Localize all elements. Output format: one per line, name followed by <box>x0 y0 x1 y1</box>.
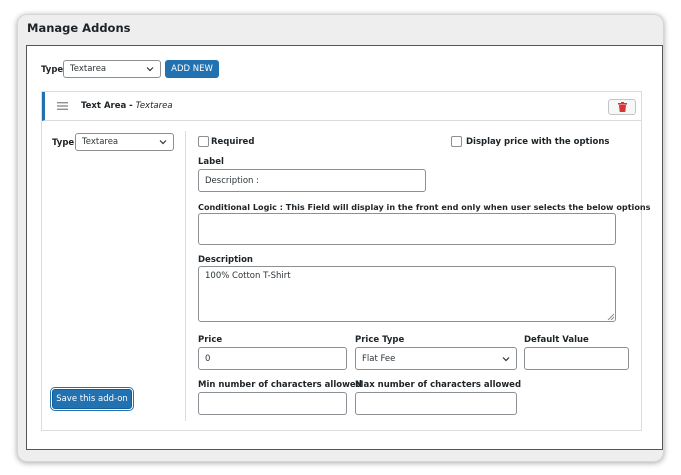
description-textarea[interactable]: 100% Cotton T-Shirt <box>198 266 616 322</box>
price-heading: Price <box>198 335 223 345</box>
addon-title: Text Area - Textarea <box>81 101 173 111</box>
chevron-down-icon <box>502 356 510 361</box>
default-value-heading: Default Value <box>524 335 589 345</box>
page-title: Manage Addons <box>27 21 131 35</box>
required-checkbox[interactable] <box>198 136 209 147</box>
min-chars-heading: Min number of characters allowed <box>198 380 362 390</box>
conditional-logic-field[interactable] <box>198 213 616 245</box>
display-price-label: Display price with the options <box>466 137 610 147</box>
addon-title-separator: - <box>126 101 136 111</box>
addon-type-select-value: Textarea <box>82 137 119 147</box>
type-label: Type <box>41 65 64 75</box>
chevron-down-icon <box>146 67 154 72</box>
column-divider <box>185 131 186 421</box>
price-type-select[interactable]: Flat Fee <box>355 347 517 370</box>
trash-icon <box>617 102 627 112</box>
price-input[interactable]: 0 <box>198 347 347 370</box>
addon-type-select[interactable]: Textarea <box>75 133 174 151</box>
addon-name: Text Area <box>81 101 127 111</box>
description-heading: Description <box>198 255 253 265</box>
max-chars-heading: Max number of characters allowed <box>355 380 522 390</box>
conditional-logic-heading: Conditional Logic : This Field will disp… <box>198 202 651 212</box>
type-select-value: Textarea <box>70 64 107 74</box>
display-price-checkbox[interactable] <box>451 136 462 147</box>
save-addon-button[interactable]: Save this add-on <box>52 389 132 409</box>
chevron-down-icon <box>159 140 167 145</box>
label-heading: Label <box>198 157 224 167</box>
max-chars-input[interactable] <box>355 392 517 415</box>
description-value: 100% Cotton T-Shirt <box>205 271 291 281</box>
add-new-button[interactable]: ADD NEW <box>165 60 219 78</box>
addon-type-name: Textarea <box>135 101 173 111</box>
price-type-select-value: Flat Fee <box>362 353 396 364</box>
price-type-heading: Price Type <box>355 335 405 345</box>
resize-grip-icon[interactable] <box>607 313 614 320</box>
addon-type-label: Type <box>52 138 75 148</box>
label-input[interactable]: Description : <box>198 169 426 192</box>
addon-header[interactable]: Text Area - Textarea <box>42 92 641 121</box>
min-chars-input[interactable] <box>198 392 347 415</box>
delete-addon-button[interactable] <box>608 99 636 115</box>
type-select[interactable]: Textarea <box>63 60 161 78</box>
default-value-input[interactable] <box>524 347 629 370</box>
required-label: Required <box>211 137 255 147</box>
drag-handle-icon[interactable] <box>57 102 68 110</box>
